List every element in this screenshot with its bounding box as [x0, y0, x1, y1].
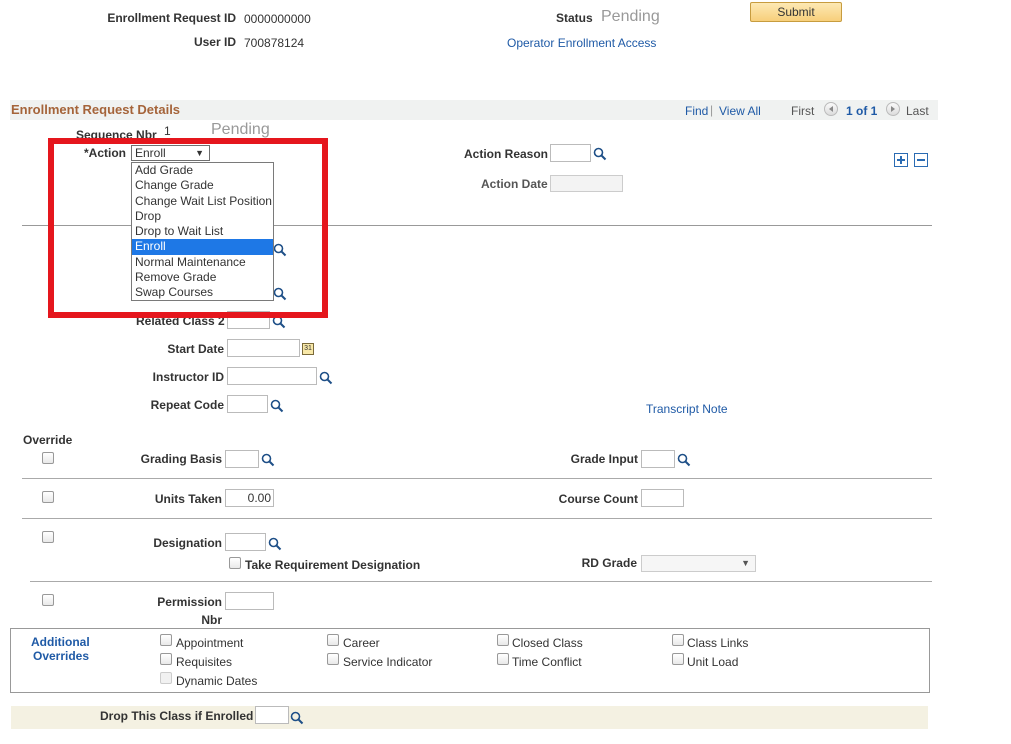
requisites-label: Requisites — [176, 655, 233, 669]
section-header-bar: Enrollment Request Details Find | View A… — [10, 100, 938, 120]
status-label: Status — [556, 11, 593, 25]
course-count-input[interactable] — [641, 489, 684, 507]
grading-basis-input[interactable] — [225, 450, 259, 468]
instructor-id-label: Instructor ID — [152, 370, 224, 384]
class-links-checkbox[interactable] — [672, 634, 684, 646]
service-indicator-checkbox[interactable] — [327, 653, 339, 665]
action-date-input — [550, 175, 623, 192]
time-conflict-label: Time Conflict — [512, 655, 582, 669]
chevron-down-icon: ▼ — [741, 558, 750, 568]
minus-icon[interactable] — [914, 153, 928, 167]
enrollment-request-id-label: Enrollment Request ID — [107, 11, 236, 25]
row-status-value: Pending — [211, 121, 270, 138]
units-taken-input[interactable]: 0.00 — [225, 489, 274, 507]
permission-nbr-input[interactable] — [225, 592, 274, 610]
enrollment-request-id-value: 0000000000 — [244, 12, 311, 26]
highlight-box — [48, 138, 328, 318]
rd-grade-label: RD Grade — [581, 556, 637, 570]
nav-separator: | — [710, 103, 714, 117]
career-label: Career — [343, 636, 380, 650]
override-designation-checkbox[interactable] — [42, 531, 54, 543]
grade-input-label: Grade Input — [570, 452, 638, 466]
user-id-label: User ID — [193, 35, 236, 49]
drop-class-lookup-icon[interactable] — [290, 711, 304, 725]
nbr-label: Nbr — [201, 613, 222, 627]
override-title: Override — [23, 433, 73, 447]
drop-class-label: Drop This Class if Enrolled — [100, 709, 254, 723]
action-reason-label: Action Reason — [464, 147, 549, 161]
row-count: 1 of 1 — [846, 104, 878, 118]
plus-icon[interactable] — [894, 153, 908, 167]
start-date-label: Start Date — [167, 342, 224, 356]
action-date-label: Action Date — [481, 177, 548, 191]
units-taken-label: Units Taken — [154, 492, 222, 506]
take-requirement-designation-checkbox[interactable] — [229, 557, 241, 569]
rd-grade-select[interactable]: ▼ — [641, 555, 756, 572]
dynamic-dates-label: Dynamic Dates — [176, 674, 258, 688]
permission-label: Permission — [157, 595, 222, 609]
instructor-id-input[interactable] — [227, 367, 317, 385]
submit-button[interactable]: Submit — [750, 2, 842, 22]
grade-input-field[interactable] — [641, 450, 675, 468]
grading-basis-label: Grading Basis — [140, 452, 222, 466]
drop-class-input[interactable] — [255, 706, 289, 724]
arrow-left-icon[interactable] — [824, 102, 838, 116]
closed-class-label: Closed Class — [512, 636, 583, 650]
start-date-input[interactable] — [227, 339, 300, 357]
dynamic-dates-checkbox — [160, 672, 172, 684]
override-grading-basis-checkbox[interactable] — [42, 452, 54, 464]
designation-label: Designation — [153, 536, 222, 550]
repeat-code-label: Repeat Code — [150, 398, 224, 412]
find-link[interactable]: Find — [685, 104, 708, 118]
divider — [22, 478, 932, 479]
repeat-code-lookup-icon[interactable] — [270, 399, 284, 413]
sequence-nbr-value: 1 — [164, 124, 171, 138]
divider — [22, 518, 932, 519]
time-conflict-checkbox[interactable] — [497, 653, 509, 665]
grading-basis-lookup-icon[interactable] — [261, 453, 275, 467]
override-permission-checkbox[interactable] — [42, 594, 54, 606]
section-title: Enrollment Request Details — [11, 102, 181, 117]
designation-lookup-icon[interactable] — [268, 537, 282, 551]
class-links-label: Class Links — [687, 636, 749, 650]
unit-load-label: Unit Load — [687, 655, 739, 669]
service-indicator-label: Service Indicator — [343, 655, 433, 669]
view-all-link[interactable]: View All — [719, 104, 761, 118]
calendar-icon[interactable]: 31 — [302, 343, 314, 355]
operator-enrollment-access-link[interactable]: Operator Enrollment Access — [507, 36, 656, 50]
instructor-id-lookup-icon[interactable] — [319, 371, 333, 385]
override-units-checkbox[interactable] — [42, 491, 54, 503]
transcript-note-link[interactable]: Transcript Note — [646, 402, 728, 416]
arrow-right-icon[interactable] — [886, 102, 900, 116]
additional-overrides-title-1: Additional — [31, 635, 90, 649]
appointment-checkbox[interactable] — [160, 634, 172, 646]
unit-load-checkbox[interactable] — [672, 653, 684, 665]
action-reason-lookup-icon[interactable] — [593, 147, 607, 161]
take-requirement-designation-label: Take Requirement Designation — [245, 558, 421, 572]
designation-input[interactable] — [225, 533, 266, 551]
status-value: Pending — [601, 8, 660, 25]
divider — [30, 581, 932, 582]
grade-input-lookup-icon[interactable] — [677, 453, 691, 467]
repeat-code-input[interactable] — [227, 395, 268, 413]
closed-class-checkbox[interactable] — [497, 634, 509, 646]
action-reason-input[interactable] — [550, 144, 591, 162]
additional-overrides-box — [10, 628, 930, 693]
course-count-label: Course Count — [558, 492, 638, 506]
user-id-value: 700878124 — [244, 36, 305, 50]
appointment-label: Appointment — [176, 636, 244, 650]
first-label: First — [791, 104, 815, 118]
career-checkbox[interactable] — [327, 634, 339, 646]
last-label: Last — [906, 104, 929, 118]
requisites-checkbox[interactable] — [160, 653, 172, 665]
additional-overrides-title-2: Overrides — [33, 649, 90, 663]
